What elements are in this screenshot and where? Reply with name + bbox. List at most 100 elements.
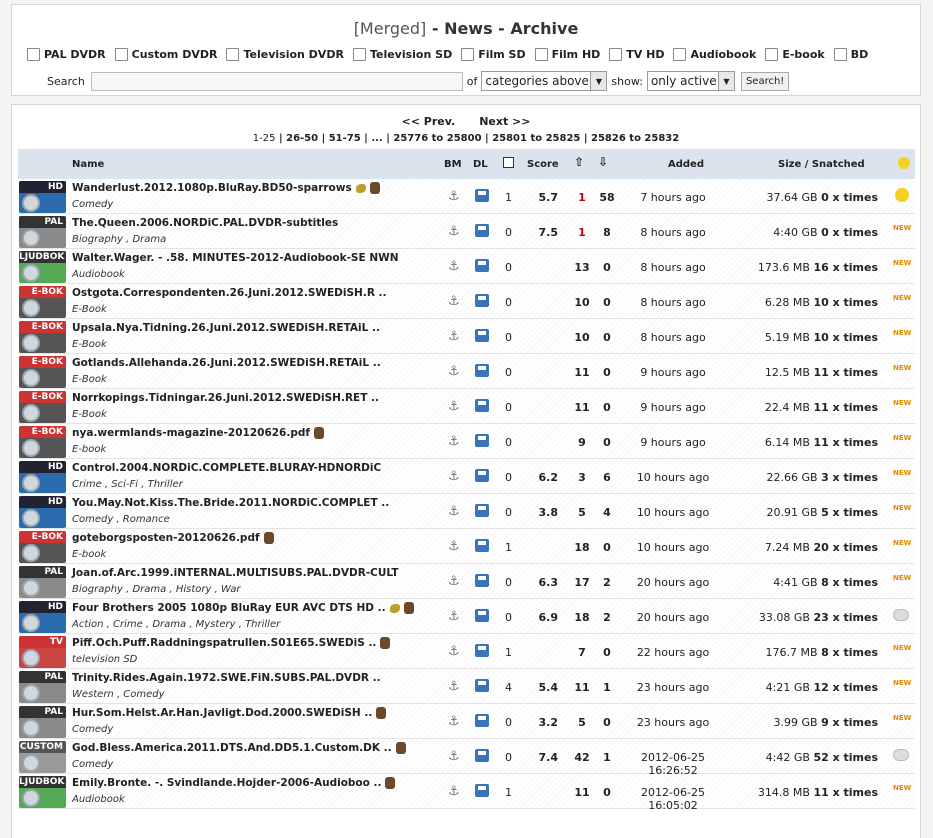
torrent-name-text[interactable]: You.May.Not.Kiss.The.Bride.2011.NORDiC.C…	[72, 497, 389, 509]
anchor-icon[interactable]: ⚓	[448, 784, 460, 799]
show-select[interactable]: only active ▼	[646, 71, 735, 91]
leechers[interactable]: 0	[598, 261, 616, 274]
download-icon[interactable]	[475, 329, 489, 342]
torrent-name[interactable]: Emily.Bronte. -. Svindlande.Hojder-2006-…	[72, 777, 396, 789]
category-select[interactable]: categories above, ▼	[481, 71, 608, 91]
category-filter[interactable]: Custom DVDR	[114, 48, 217, 61]
category-icon[interactable]: PAL	[19, 671, 66, 703]
leechers[interactable]: 0	[598, 436, 616, 449]
category-filter[interactable]: PAL DVDR	[27, 48, 106, 61]
torrent-name[interactable]: Norrkopings.Tidningar.26.Juni.2012.SWEDi…	[72, 392, 379, 404]
seeders[interactable]: 42	[573, 751, 591, 764]
leechers[interactable]: 0	[598, 716, 616, 729]
down-arrow-icon[interactable]: ⇩	[598, 155, 608, 169]
category-icon[interactable]: LJUDBOK	[19, 251, 66, 283]
torrent-name-text[interactable]: Joan.of.Arc.1999.iNTERNAL.MULTISUBS.PAL.…	[72, 567, 399, 579]
anchor-icon[interactable]: ⚓	[448, 504, 460, 519]
seeders[interactable]: 7	[573, 646, 591, 659]
anchor-icon[interactable]: ⚓	[448, 329, 460, 344]
category-icon[interactable]: E-BOK	[19, 286, 66, 318]
category-icon[interactable]: LJUDBOK	[19, 776, 66, 808]
next-link[interactable]: Next >>	[479, 115, 530, 128]
search-button[interactable]: Search!	[740, 71, 790, 91]
table-row[interactable]: HD You.May.Not.Kiss.The.Bride.2011.NORDiC…	[18, 494, 915, 529]
category-icon[interactable]: TV	[19, 636, 66, 668]
torrent-name[interactable]: Four Brothers 2005 1080p BluRay EUR AVC …	[72, 602, 414, 614]
seeders[interactable]: 18	[573, 541, 591, 554]
anchor-icon[interactable]: ⚓	[448, 714, 460, 729]
comment-count[interactable]: 0	[505, 261, 512, 274]
comment-count[interactable]: 1	[505, 646, 512, 659]
torrent-name-text[interactable]: Piff.Och.Puff.Raddningspatrullen.S01E65.…	[72, 637, 376, 649]
category-icon[interactable]: PAL	[19, 216, 66, 248]
col-bm[interactable]: BM	[444, 159, 462, 170]
anchor-icon[interactable]: ⚓	[448, 644, 460, 659]
anchor-icon[interactable]: ⚓	[448, 364, 460, 379]
torrent-name-text[interactable]: Trinity.Rides.Again.1972.SWE.FiN.SUBS.PA…	[72, 672, 381, 684]
col-score[interactable]: Score	[527, 159, 559, 170]
anchor-icon[interactable]: ⚓	[448, 259, 460, 274]
anchor-icon[interactable]: ⚓	[448, 679, 460, 694]
category-filter[interactable]: Audiobook	[673, 48, 756, 61]
torrent-name[interactable]: Walter.Wager. - .58. MINUTES-2012-Audiob…	[72, 252, 398, 264]
download-icon[interactable]	[475, 434, 489, 447]
download-icon[interactable]	[475, 749, 489, 762]
comment-count[interactable]: 0	[505, 751, 512, 764]
download-icon[interactable]	[475, 714, 489, 727]
leechers[interactable]: 1	[598, 751, 616, 764]
seeders[interactable]: 17	[573, 576, 591, 589]
download-icon[interactable]	[475, 189, 489, 202]
table-row[interactable]: E-BOK nya.wermlands-magazine-20120626.pdf…	[18, 424, 915, 459]
category-icon[interactable]: E-BOK	[19, 531, 66, 563]
checkbox[interactable]	[765, 48, 779, 61]
category-icon[interactable]: E-BOK	[19, 321, 66, 353]
leechers[interactable]: 1	[598, 681, 616, 694]
leechers[interactable]: 0	[598, 296, 616, 309]
category-filter[interactable]: E-book	[765, 48, 825, 61]
download-icon[interactable]	[475, 399, 489, 412]
checkbox[interactable]	[352, 48, 366, 61]
comment-count[interactable]: 4	[505, 681, 512, 694]
leechers[interactable]: 2	[598, 576, 616, 589]
table-row[interactable]: TV Piff.Och.Puff.Raddningspatrullen.S01E6…	[18, 634, 915, 669]
checkbox[interactable]	[609, 48, 623, 61]
download-icon[interactable]	[475, 539, 489, 552]
seeders[interactable]: 9	[573, 436, 591, 449]
comment-count[interactable]: 0	[505, 716, 512, 729]
table-row[interactable]: HD Wanderlust.2012.1080p.BluRay.BD50-spar…	[18, 179, 915, 214]
anchor-icon[interactable]: ⚓	[448, 574, 460, 589]
comment-count[interactable]: 0	[505, 576, 512, 589]
download-icon[interactable]	[475, 469, 489, 482]
torrent-name-text[interactable]: Wanderlust.2012.1080p.BluRay.BD50-sparro…	[72, 182, 352, 194]
anchor-icon[interactable]: ⚓	[448, 224, 460, 239]
anchor-icon[interactable]: ⚓	[448, 399, 460, 414]
category-filter[interactable]: BD	[833, 48, 868, 61]
col-dl[interactable]: DL	[473, 159, 488, 170]
torrent-name[interactable]: Gotlands.Allehanda.26.Juni.2012.SWEDiSH.…	[72, 357, 381, 369]
comments-icon[interactable]	[503, 157, 514, 168]
comment-count[interactable]: 0	[505, 471, 512, 484]
torrent-name-text[interactable]: Gotlands.Allehanda.26.Juni.2012.SWEDiSH.…	[72, 357, 381, 369]
leechers[interactable]: 6	[598, 471, 616, 484]
anchor-icon[interactable]: ⚓	[448, 189, 460, 204]
table-row[interactable]: CUSTOM God.Bless.America.2011.DTS.And.DD5…	[18, 739, 915, 777]
torrent-name[interactable]: Control.2004.NORDiC.COMPLETE.BLURAY-HDNO…	[72, 462, 381, 474]
leechers[interactable]: 4	[598, 506, 616, 519]
seeders[interactable]: 18	[573, 611, 591, 624]
torrent-name[interactable]: Hur.Som.Helst.Ar.Han.Javligt.Dod.2000.SW…	[72, 707, 387, 719]
torrent-name-text[interactable]: Emily.Bronte. -. Svindlande.Hojder-2006-…	[72, 777, 381, 789]
torrent-name[interactable]: God.Bless.America.2011.DTS.And.DD5.1.Cus…	[72, 742, 406, 754]
torrent-name[interactable]: The.Queen.2006.NORDiC.PAL.DVDR-subtitles	[72, 217, 338, 229]
table-row[interactable]: PAL The.Queen.2006.NORDiC.PAL.DVDR-subtit…	[18, 214, 915, 249]
category-icon[interactable]: HD	[19, 181, 66, 213]
category-icon[interactable]: HD	[19, 601, 66, 633]
checkbox[interactable]	[461, 48, 475, 61]
checkbox[interactable]	[226, 48, 240, 61]
table-row[interactable]: PAL Hur.Som.Helst.Ar.Han.Javligt.Dod.2000…	[18, 704, 915, 739]
anchor-icon[interactable]: ⚓	[448, 469, 460, 484]
torrent-name-text[interactable]: Hur.Som.Helst.Ar.Han.Javligt.Dod.2000.SW…	[72, 707, 372, 719]
col-size[interactable]: Size / Snatched	[778, 159, 865, 170]
download-icon[interactable]	[475, 679, 489, 692]
checkbox[interactable]	[673, 48, 687, 61]
category-icon[interactable]: E-BOK	[19, 391, 66, 423]
